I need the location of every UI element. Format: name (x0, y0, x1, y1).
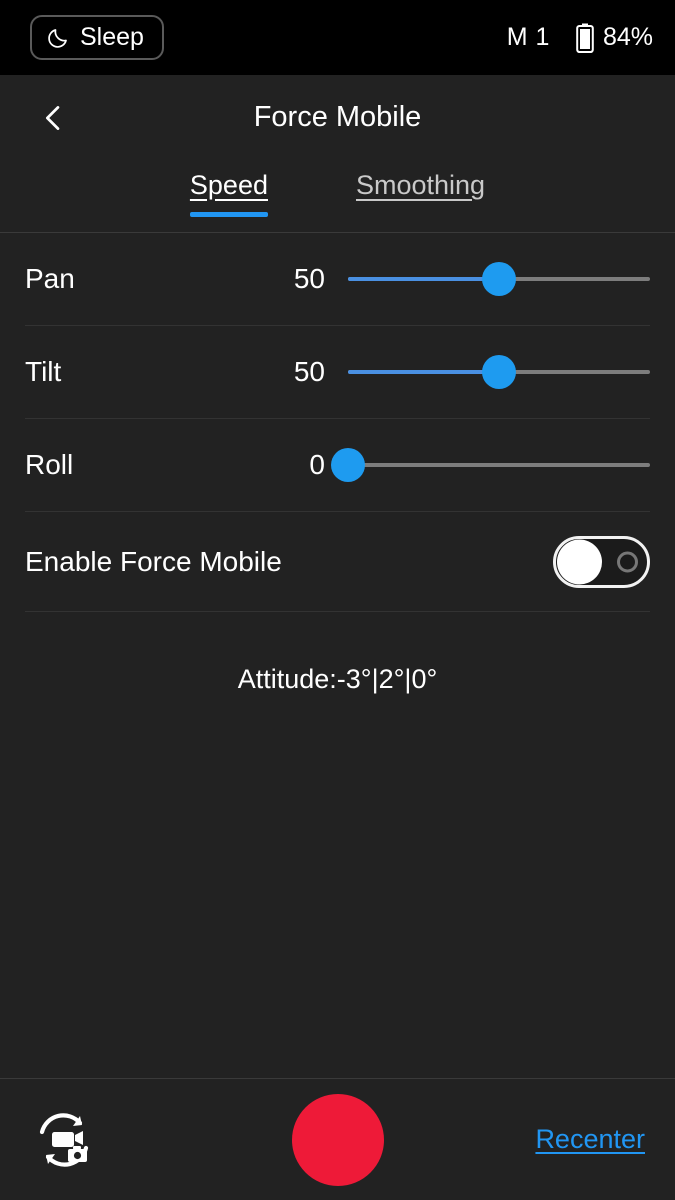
tab-smoothing[interactable]: Smoothing (356, 170, 485, 217)
setting-row-roll: Roll 0 (25, 419, 650, 512)
record-button[interactable] (291, 1093, 384, 1186)
tab-smoothing-label: Smoothing (355, 170, 486, 200)
page-header: Force Mobile (0, 75, 675, 160)
tilt-slider-thumb[interactable] (482, 355, 516, 389)
tilt-value: 50 (293, 356, 325, 387)
battery-percent: 84% (602, 23, 653, 51)
recenter-link[interactable]: Recenter (535, 1124, 645, 1155)
setting-row-enable-force-mobile: Enable Force Mobile (25, 512, 650, 612)
tilt-slider-fill (348, 370, 499, 374)
attitude-readout: Attitude:-3°|2°|0° (237, 664, 438, 694)
toggle-off-ring-icon (617, 551, 638, 572)
pan-slider[interactable] (348, 262, 650, 296)
tab-speed-label: Speed (189, 170, 268, 200)
camera-mode-switch-button[interactable] (30, 1104, 98, 1176)
roll-label: Roll (25, 449, 74, 480)
tab-bar: Speed Smoothing (0, 160, 675, 233)
setting-row-pan: Pan 50 (25, 233, 650, 326)
status-right-group: M 1 84% (507, 23, 653, 53)
camera-mode-switch-icon (39, 1112, 89, 1167)
pan-label: Pan (25, 263, 75, 294)
sleep-button[interactable]: Sleep (30, 15, 164, 60)
camera-mode-indicator: M 1 (506, 23, 550, 51)
battery-icon (576, 23, 594, 53)
roll-slider[interactable] (331, 448, 650, 482)
app-screen: Sleep M 1 84% Force Mobile Speed Smoothi… (0, 0, 675, 1200)
pan-slider-fill (348, 277, 499, 281)
toggle-knob (557, 539, 602, 584)
tab-active-indicator (189, 212, 268, 217)
bottom-bar: Recenter (0, 1078, 675, 1200)
tilt-slider[interactable] (348, 355, 650, 389)
pan-slider-thumb[interactable] (482, 262, 516, 296)
tab-speed[interactable]: Speed (189, 170, 268, 217)
setting-row-tilt: Tilt 50 (25, 326, 650, 419)
enable-force-mobile-label: Enable Force Mobile (25, 545, 282, 577)
chevron-left-icon (45, 105, 60, 130)
pan-value: 50 (293, 263, 325, 294)
roll-value: 0 (309, 449, 325, 480)
status-bar: Sleep M 1 84% (0, 0, 675, 75)
battery-status: 84% (576, 23, 653, 53)
back-button[interactable] (30, 95, 76, 141)
roll-slider-track (348, 463, 650, 467)
roll-slider-thumb[interactable] (331, 448, 365, 482)
enable-force-mobile-toggle[interactable] (553, 535, 650, 588)
page-title: Force Mobile (253, 101, 422, 133)
settings-list: Pan 50 Tilt 50 Roll 0 Enable Force Mobil… (0, 233, 675, 1078)
tilt-label: Tilt (25, 356, 62, 387)
sleep-label: Sleep (80, 23, 144, 51)
moon-icon (46, 26, 70, 50)
